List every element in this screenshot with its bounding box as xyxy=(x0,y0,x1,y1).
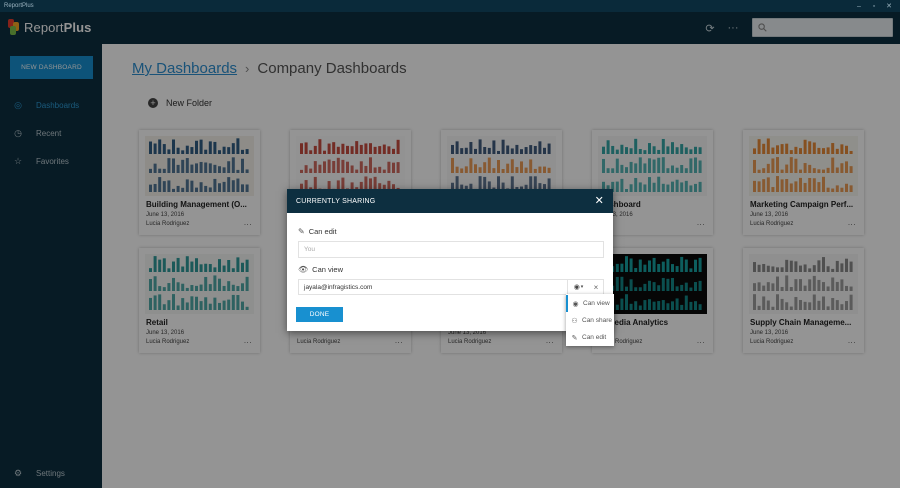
can-edit-label: ✎ Can edit xyxy=(298,227,337,236)
dialog-header: CURRENTLY SHARING ✕ xyxy=(287,189,613,213)
window-titlebar: ReportPlus – ▫ ✕ xyxy=(0,0,900,12)
close-icon[interactable]: ✕ xyxy=(882,0,896,12)
eye-icon: ◉ xyxy=(572,300,579,308)
dialog-title: CURRENTLY SHARING xyxy=(296,197,376,205)
menu-item-label: Can view xyxy=(583,300,610,307)
shared-user-row: jayala@infragistics.com ◉ ▾ × xyxy=(298,279,604,295)
shared-user-email: jayala@infragistics.com xyxy=(304,283,373,291)
share-users-icon: ⚇ xyxy=(571,317,578,325)
menu-item-can-view[interactable]: ◉ Can view xyxy=(566,295,614,312)
edit-icon: ✎ xyxy=(571,334,578,342)
sharing-dialog: CURRENTLY SHARING ✕ ✎ Can edit You 👁 Can… xyxy=(287,189,613,331)
menu-item-label: Can share xyxy=(582,317,612,324)
edit-icon: ✎ xyxy=(298,227,305,236)
close-icon[interactable]: ✕ xyxy=(595,194,604,207)
can-view-label: 👁 Can view xyxy=(298,265,343,274)
remove-user-icon[interactable]: × xyxy=(589,283,603,292)
restore-icon[interactable]: ▫ xyxy=(867,0,881,12)
can-view-text: Can view xyxy=(312,265,344,274)
chevron-down-icon: ▾ xyxy=(580,284,584,290)
menu-item-can-share[interactable]: ⚇ Can share xyxy=(566,312,614,329)
eye-icon: ◉ xyxy=(573,284,580,291)
menu-item-label: Can edit xyxy=(582,334,607,341)
can-edit-text: Can edit xyxy=(308,227,337,236)
permission-menu: ◉ Can view ⚇ Can share ✎ Can edit xyxy=(566,294,614,346)
menu-item-can-edit[interactable]: ✎ Can edit xyxy=(566,329,614,346)
done-button[interactable]: DONE xyxy=(296,307,343,322)
permission-dropdown[interactable]: ◉ ▾ xyxy=(567,280,589,294)
window-title: ReportPlus xyxy=(4,3,34,9)
minimize-icon[interactable]: – xyxy=(852,0,866,12)
eye-icon: 👁 xyxy=(298,265,309,274)
can-edit-field[interactable]: You xyxy=(298,241,604,258)
